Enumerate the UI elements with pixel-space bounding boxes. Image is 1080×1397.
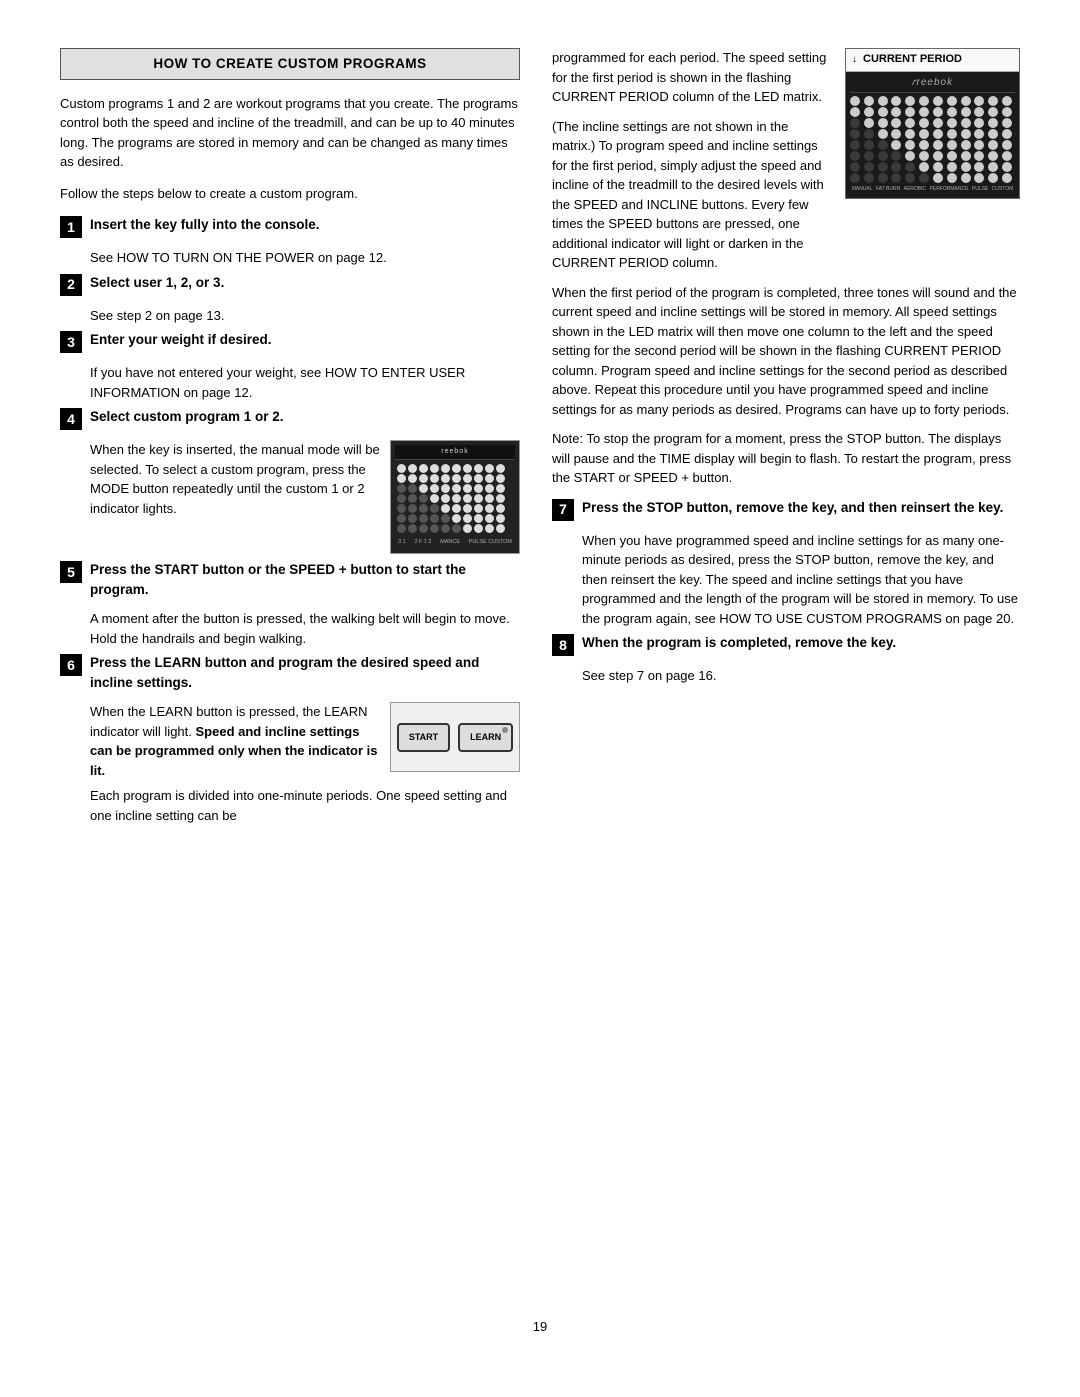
intro-para-1: Custom programs 1 and 2 are workout prog… <box>60 94 520 172</box>
step-7: 7 Press the STOP button, remove the key,… <box>552 498 1020 521</box>
start-button-shape: START <box>397 723 450 752</box>
step-4-content: Select custom program 1 or 2. <box>90 407 520 427</box>
step-5-content: Press the START button or the SPEED + bu… <box>90 560 520 599</box>
led-brand: reebok <box>441 448 468 455</box>
step-6-title: Press the LEARN button and program the d… <box>90 655 479 690</box>
step-7-body: When you have programmed speed and incli… <box>582 531 1020 629</box>
step-5-sub: A moment after the button is pressed, th… <box>90 609 520 648</box>
page: HOW TO CREATE CUSTOM PROGRAMS Custom pro… <box>0 0 1080 1397</box>
learn-indicator-light <box>502 727 508 733</box>
step-8: 8 When the program is completed, remove … <box>552 633 1020 656</box>
step-5-number: 5 <box>60 561 82 583</box>
led-grid <box>395 460 515 537</box>
step-5: 5 Press the START button or the SPEED + … <box>60 560 520 599</box>
cp-body: 𝑟reebok <box>846 72 1019 198</box>
cp-label-custom: CUSTOM <box>992 186 1014 193</box>
cp-bottom-labels: MANUAL FAT BURN AEROBIC PERFORMANCE PULS… <box>850 186 1015 193</box>
step-1: 1 Insert the key fully into the console. <box>60 215 520 238</box>
cp-dot-grid <box>850 96 1015 183</box>
cp-label-fat: FAT BURN <box>876 186 900 193</box>
step-3-sub: If you have not entered your weight, see… <box>90 363 520 402</box>
step-3: 3 Enter your weight if desired. <box>60 330 520 353</box>
step-4-title: Select custom program 1 or 2. <box>90 409 284 424</box>
step-6-image: START LEARN <box>390 702 520 780</box>
page-number: 19 <box>60 1318 1020 1337</box>
step-4-text: When the key is inserted, the manual mod… <box>90 440 380 554</box>
step-6-text-bold: Speed and incline settings can be progra… <box>90 724 378 778</box>
step-6-text: When the LEARN button is pressed, the LE… <box>90 702 380 780</box>
step-7-number: 7 <box>552 499 574 521</box>
right-para-2: (The incline settings are not shown in t… <box>552 117 831 273</box>
current-period-arrow: ↓ <box>852 53 857 68</box>
cp-logo: 𝑟reebok <box>850 76 1015 94</box>
led-label-1: 3 1 <box>398 539 406 547</box>
step-1-sub: See HOW TO TURN ON THE POWER on page 12. <box>90 248 520 268</box>
led-label-4: PULSE CUSTOM <box>469 539 512 547</box>
step-6-number: 6 <box>60 654 82 676</box>
step-2: 2 Select user 1, 2, or 3. <box>60 273 520 296</box>
right-para-1: programmed for each period. The speed se… <box>552 48 831 107</box>
step-4-body: When the key is inserted, the manual mod… <box>90 440 520 554</box>
step-6-body: When the LEARN button is pressed, the LE… <box>90 702 520 780</box>
section-header: HOW TO CREATE CUSTOM PROGRAMS <box>60 48 520 80</box>
led-label-2: 2 F 1 2 <box>414 539 431 547</box>
step-7-content: Press the STOP button, remove the key, a… <box>582 498 1020 518</box>
step-6-text-normal: When the LEARN button is pressed, the LE… <box>90 704 378 778</box>
step-1-number: 1 <box>60 216 82 238</box>
step-1-title: Insert the key fully into the console. <box>90 217 320 232</box>
led-bottom-labels: 3 1 2 F 1 2 MANCE PULSE CUSTOM <box>395 537 515 549</box>
step-4-number: 4 <box>60 408 82 430</box>
step-2-sub: See step 2 on page 13. <box>90 306 520 326</box>
step-2-content: Select user 1, 2, or 3. <box>90 273 520 293</box>
step-3-number: 3 <box>60 331 82 353</box>
step-6-content: Press the LEARN button and program the d… <box>90 653 520 692</box>
last-para-left: Each program is divided into one-minute … <box>90 786 520 825</box>
step-8-number: 8 <box>552 634 574 656</box>
intro-para-2: Follow the steps below to create a custo… <box>60 184 520 204</box>
cp-label-aerobic: AEROBIC <box>904 186 927 193</box>
current-period-diagram: ↓ CURRENT PERIOD 𝑟reebok <box>845 48 1020 199</box>
right-column: ↓ CURRENT PERIOD 𝑟reebok <box>552 48 1020 1294</box>
cp-label-performance: PERFORMANCE <box>930 186 969 193</box>
step-5-title: Press the START button or the SPEED + bu… <box>90 562 466 597</box>
step-4: 4 Select custom program 1 or 2. <box>60 407 520 430</box>
step-4-image: reebok <box>390 440 520 554</box>
cp-label-manual: MANUAL <box>852 186 873 193</box>
step-2-title: Select user 1, 2, or 3. <box>90 275 224 290</box>
step-8-title: When the program is completed, remove th… <box>582 635 896 650</box>
step-8-sub: See step 7 on page 16. <box>582 666 1020 686</box>
step-3-title: Enter your weight if desired. <box>90 332 272 347</box>
left-column: HOW TO CREATE CUSTOM PROGRAMS Custom pro… <box>60 48 520 1294</box>
right-para-3: When the first period of the program is … <box>552 283 1020 420</box>
step-7-title: Press the STOP button, remove the key, a… <box>582 500 1003 515</box>
led-label-3: MANCE <box>440 539 460 547</box>
led-top-bar: reebok <box>395 445 515 460</box>
learn-button-shape: LEARN <box>458 723 513 752</box>
step-8-content: When the program is completed, remove th… <box>582 633 1020 653</box>
right-para-note: Note: To stop the program for a moment, … <box>552 429 1020 488</box>
step-6: 6 Press the LEARN button and program the… <box>60 653 520 692</box>
cp-label-pulse: PULSE <box>972 186 988 193</box>
step-3-content: Enter your weight if desired. <box>90 330 520 350</box>
step-2-number: 2 <box>60 274 82 296</box>
step-1-content: Insert the key fully into the console. <box>90 215 520 235</box>
current-period-label: CURRENT PERIOD <box>863 52 962 68</box>
